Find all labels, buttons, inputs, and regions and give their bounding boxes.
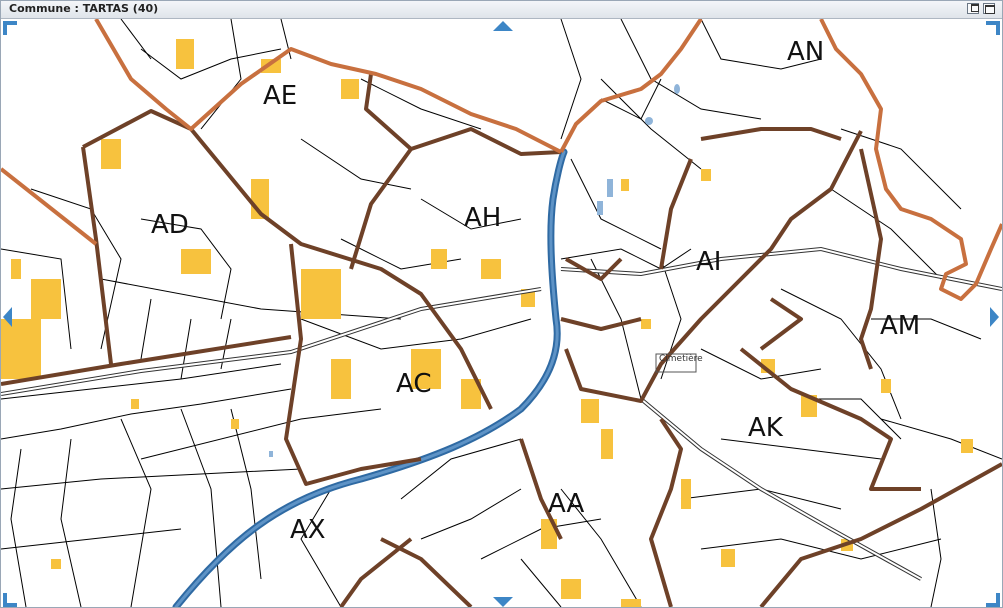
section-label-ah: AH [464,203,502,233]
section-label-ak: AK [748,413,783,443]
titlebar: Commune : TARTAS (40) [1,1,1002,19]
section-label-ac: AC [396,369,432,399]
section-label-ai: AI [696,247,722,277]
parcel-lines [1,19,1002,607]
pan-southeast-corner-icon[interactable] [986,593,1000,607]
restore-icon[interactable] [967,3,979,14]
pan-southwest-corner-icon[interactable] [3,593,17,607]
pan-right-arrow-icon[interactable] [990,307,999,327]
pan-down-arrow-icon[interactable] [493,597,513,607]
river [172,148,568,607]
section-label-am: AM [880,311,921,341]
pan-northeast-corner-icon[interactable] [986,21,1000,35]
cemetery-label: Cimetière [659,354,703,364]
section-boundaries [1,73,1002,607]
pan-up-arrow-icon[interactable] [493,21,513,31]
map-view[interactable]: AE AD AH AC AA AX AI AK AM AN Cimetière [1,19,1002,607]
section-label-an: AN [787,37,825,67]
section-label-ae: AE [263,81,298,111]
map-window: Commune : TARTAS (40) AE AD AH AC AA AX … [0,0,1003,608]
pan-northwest-corner-icon[interactable] [3,21,17,35]
maximize-icon[interactable] [983,3,995,14]
section-label-ad: AD [151,210,189,240]
section-label-aa: AA [548,489,585,519]
window-title: Commune : TARTAS (40) [9,2,159,15]
section-label-ax: AX [290,515,326,545]
pan-left-arrow-icon[interactable] [3,307,12,327]
cadastral-map [1,19,1002,607]
